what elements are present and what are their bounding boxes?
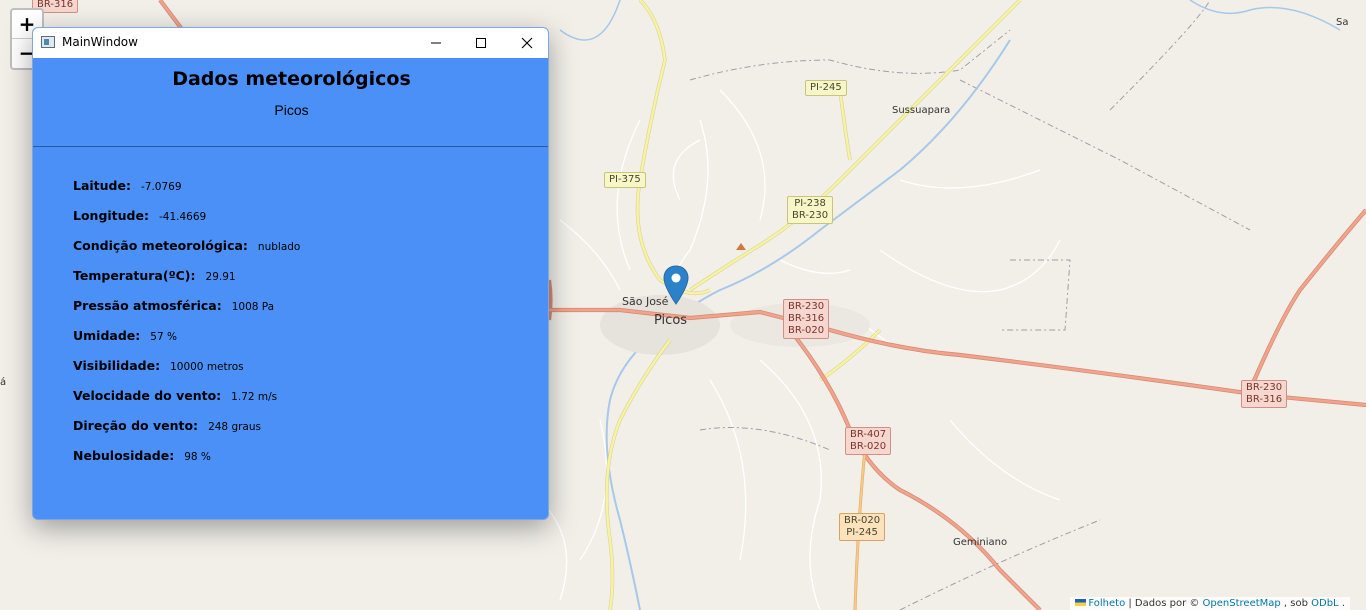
map-attribution: Folheto | Dados por © OpenStreetMap , so… — [1070, 597, 1350, 610]
page-title: Dados meteorológicos — [172, 68, 411, 90]
openstreetmap-link[interactable]: OpenStreetMap — [1203, 598, 1281, 609]
leaflet-link[interactable]: Folheto — [1088, 598, 1125, 609]
field-label: Direção do vento: — [73, 418, 199, 433]
road-label-pi238-br230: PI-238 BR-230 — [787, 196, 834, 224]
field-label: Nebulosidade: — [73, 448, 175, 463]
maximize-button[interactable] — [458, 28, 504, 58]
field-value: 98 % — [184, 451, 211, 463]
minimize-button[interactable] — [413, 28, 459, 58]
field-cloudiness: Nebulosidade: 98 % — [73, 448, 300, 478]
road-label-br230-br316-br020: BR-230 BR-316 BR-020 — [783, 299, 830, 339]
field-label: Temperatura(ºC): — [73, 268, 196, 283]
field-humidity: Umidade: 57 % — [73, 328, 300, 358]
divider — [33, 146, 548, 147]
field-value: 57 % — [150, 331, 177, 343]
road-label-br407-br020: BR-407 BR-020 — [845, 427, 892, 455]
close-button[interactable] — [504, 28, 548, 58]
field-label: Velocidade do vento: — [73, 388, 222, 403]
field-value: 29.91 — [205, 271, 236, 283]
app-window-icon — [41, 36, 55, 48]
field-wind-speed: Velocidade do vento: 1.72 m/s — [73, 388, 300, 418]
location-marker-icon[interactable] — [663, 265, 689, 305]
road-label-pi245: PI-245 — [805, 80, 847, 96]
window-title: MainWindow — [62, 35, 138, 49]
field-label: Umidade: — [73, 328, 141, 343]
field-temperature: Temperatura(ºC): 29.91 — [73, 268, 300, 298]
title-bar[interactable]: MainWindow — [33, 28, 548, 58]
place-sao-jose: São José — [622, 295, 669, 308]
place-sussuapara: Sussuapara — [892, 105, 951, 116]
field-value: -7.0769 — [140, 181, 182, 193]
weather-fields: Laitude: -7.0769 Longitude: -41.4669 Con… — [73, 178, 300, 478]
road-label-br020-pi245: BR-020 PI-245 — [839, 513, 886, 541]
place-picos: Picos — [654, 313, 688, 328]
place-geminiano: Geminiano — [953, 537, 1008, 548]
place-edge-right: Sa — [1336, 17, 1349, 28]
maximize-icon — [476, 38, 486, 48]
close-icon — [521, 37, 533, 49]
field-label: Visibilidade: — [73, 358, 161, 373]
road-label-br230-br316: BR-230 BR-316 — [1241, 380, 1288, 408]
road-label-pi375: PI-375 — [604, 172, 646, 188]
weather-panel: Dados meteorológicos Picos Laitude: -7.0… — [33, 58, 548, 519]
field-pressure: Pressão atmosférica: 1008 Pa — [73, 298, 300, 328]
place-edge-left: á — [0, 377, 7, 388]
ukraine-flag-icon — [1075, 599, 1087, 606]
field-label: Laitude: — [73, 178, 131, 193]
main-window: MainWindow Dados meteorológicos Picos La… — [32, 27, 549, 520]
attribution-text: | Dados por © — [1125, 598, 1203, 609]
field-visibility: Visibilidade: 10000 metros — [73, 358, 300, 388]
field-latitude: Laitude: -7.0769 — [73, 178, 300, 208]
field-longitude: Longitude: -41.4669 — [73, 208, 300, 238]
field-label: Pressão atmosférica: — [73, 298, 222, 313]
field-value: 248 graus — [208, 421, 261, 433]
field-condition: Condição meteorológica: nublado — [73, 238, 300, 268]
minimize-icon — [431, 42, 441, 44]
field-value: 10000 metros — [170, 361, 244, 373]
odbl-link[interactable]: ODbL — [1311, 598, 1339, 609]
field-value: 1.72 m/s — [231, 391, 278, 403]
attribution-end: . — [1338, 598, 1345, 609]
field-label: Longitude: — [73, 208, 149, 223]
field-wind-direction: Direção do vento: 248 graus — [73, 418, 300, 448]
attribution-sep: , sob — [1280, 598, 1312, 609]
field-value: -41.4669 — [158, 211, 207, 223]
field-label: Condição meteorológica: — [73, 238, 248, 253]
field-value: 1008 Pa — [231, 301, 275, 313]
city-name: Picos — [274, 102, 309, 118]
field-value: nublado — [257, 241, 301, 253]
